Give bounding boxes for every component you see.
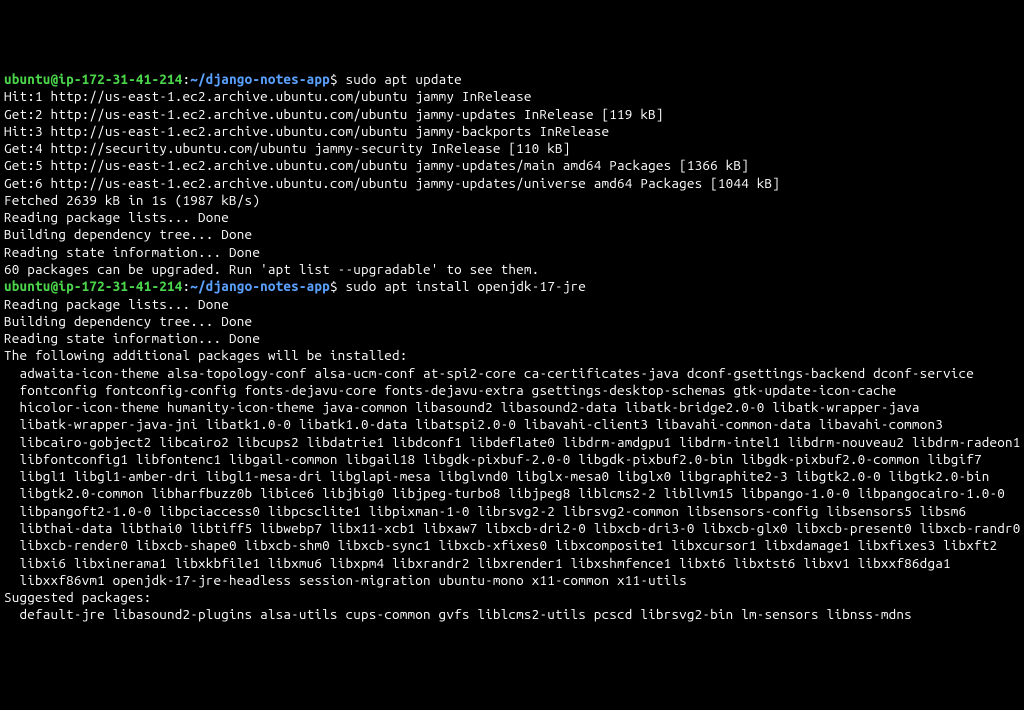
apt-update-line-4: Get:5 http://us-east-1.ec2.archive.ubunt… <box>4 157 1020 174</box>
apt-update-line-5: Get:6 http://us-east-1.ec2.archive.ubunt… <box>4 175 1020 192</box>
apt-install-line-0: Reading package lists... Done <box>4 296 1020 313</box>
prompt-user: ubuntu <box>4 278 51 294</box>
shell-prompt-2[interactable]: ubuntu@ip-172-31-41-214:~/django-notes-a… <box>4 278 1020 295</box>
additional-packages-line-0: adwaita-icon-theme alsa-topology-conf al… <box>4 365 1020 382</box>
prompt-host: ip-172-31-41-214 <box>58 278 182 294</box>
prompt-dollar: $ <box>330 278 346 294</box>
apt-install-line-1: Building dependency tree... Done <box>4 313 1020 330</box>
shell-prompt-1[interactable]: ubuntu@ip-172-31-41-214:~/django-notes-a… <box>4 71 1020 88</box>
additional-packages-line-6: libgl1 libgl1-amber-dri libgl1-mesa-dri … <box>4 468 1020 485</box>
apt-update-line-8: Building dependency tree... Done <box>4 226 1020 243</box>
additional-packages-line-3: libatk-wrapper-java-jni libatk1.0-0 liba… <box>4 416 1020 433</box>
additional-packages-line-5: libfontconfig1 libfontenc1 libgail-commo… <box>4 451 1020 468</box>
additional-packages-line-11: libxi6 libxinerama1 libxkbfile1 libxmu6 … <box>4 555 1020 572</box>
apt-update-line-7: Reading package lists... Done <box>4 209 1020 226</box>
command-input-2[interactable]: sudo apt install openjdk-17-jre <box>345 278 586 294</box>
apt-update-line-2: Hit:3 http://us-east-1.ec2.archive.ubunt… <box>4 123 1020 140</box>
apt-update-line-9: Reading state information... Done <box>4 244 1020 261</box>
additional-packages-line-7: libgtk2.0-common libharfbuzz0b libice6 l… <box>4 485 1020 502</box>
command-input-1[interactable]: sudo apt update <box>345 71 461 87</box>
additional-packages-line-12: libxxf86vm1 openjdk-17-jre-headless sess… <box>4 572 1020 589</box>
apt-install-line-3: The following additional packages will b… <box>4 347 1020 364</box>
additional-packages-line-9: libthai-data libthai0 libtiff5 libwebp7 … <box>4 520 1020 537</box>
additional-packages-line-10: libxcb-render0 libxcb-shape0 libxcb-shm0… <box>4 537 1020 554</box>
additional-packages-line-4: libcairo-gobject2 libcairo2 libcups2 lib… <box>4 434 1020 451</box>
apt-update-line-3: Get:4 http://security.ubuntu.com/ubuntu … <box>4 140 1020 157</box>
prompt-host: ip-172-31-41-214 <box>58 71 182 87</box>
prompt-user: ubuntu <box>4 71 51 87</box>
apt-update-line-0: Hit:1 http://us-east-1.ec2.archive.ubunt… <box>4 88 1020 105</box>
apt-update-line-10: 60 packages can be upgraded. Run 'apt li… <box>4 261 1020 278</box>
suggested-packages-header: Suggested packages: <box>4 589 1020 606</box>
additional-packages-line-2: hicolor-icon-theme humanity-icon-theme j… <box>4 399 1020 416</box>
terminal-output[interactable]: ubuntu@ip-172-31-41-214:~/django-notes-a… <box>4 71 1020 624</box>
suggested-packages-line-0: default-jre libasound2-plugins alsa-util… <box>4 606 1020 623</box>
apt-update-line-6: Fetched 2639 kB in 1s (1987 kB/s) <box>4 192 1020 209</box>
apt-install-line-2: Reading state information... Done <box>4 330 1020 347</box>
apt-update-line-1: Get:2 http://us-east-1.ec2.archive.ubunt… <box>4 106 1020 123</box>
prompt-path: ~/django-notes-app <box>190 71 330 87</box>
prompt-dollar: $ <box>330 71 346 87</box>
additional-packages-line-8: libpangoft2-1.0-0 libpciaccess0 libpcscl… <box>4 503 1020 520</box>
additional-packages-line-1: fontconfig fontconfig-config fonts-dejav… <box>4 382 1020 399</box>
prompt-path: ~/django-notes-app <box>190 278 330 294</box>
